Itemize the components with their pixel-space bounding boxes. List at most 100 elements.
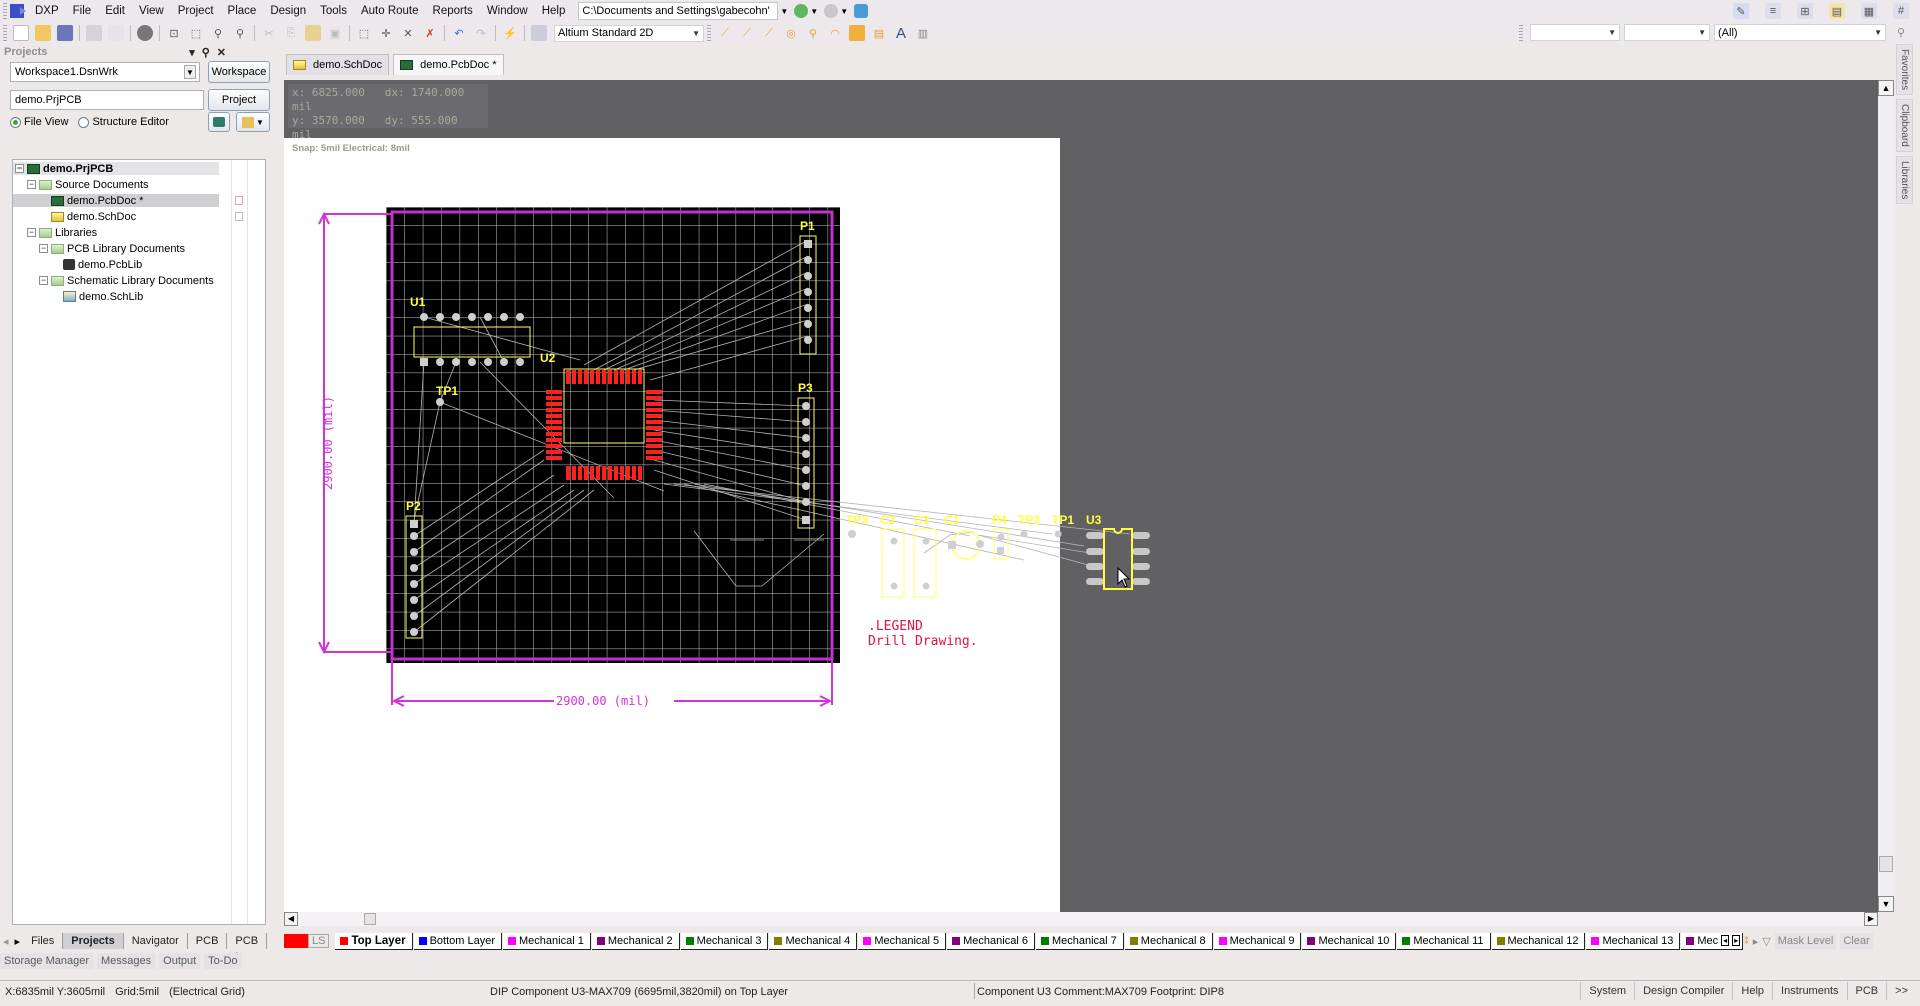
layer-tab-mechanical-13[interactable]: Mechanical 13 <box>1586 932 1681 950</box>
menu-window[interactable]: Window <box>480 5 535 17</box>
browse-components-icon[interactable] <box>531 25 547 41</box>
collapse-icon[interactable]: − <box>39 244 48 253</box>
deselect-all-icon[interactable]: ✕ <box>400 25 416 41</box>
scroll-down-icon[interactable]: ▼ <box>1878 896 1894 912</box>
output-tab[interactable]: Output <box>159 953 201 969</box>
menu-file[interactable]: File <box>66 5 99 17</box>
component-tp2[interactable] <box>1020 530 1028 538</box>
zoom-area-icon[interactable]: ⬚ <box>188 25 204 41</box>
place-string-icon[interactable]: A <box>893 25 909 42</box>
align-tools-icon[interactable]: ≡ <box>1765 3 1781 19</box>
scroll-thumb[interactable] <box>1879 856 1893 872</box>
place-pad-icon[interactable]: ◎ <box>783 25 799 41</box>
move-icon[interactable]: ✛ <box>378 25 394 41</box>
layer-tab-mechanical-8[interactable]: Mechanical 8 <box>1124 932 1213 950</box>
filter-select-2[interactable]: ▼ <box>1624 24 1710 41</box>
copy-icon[interactable]: ⎘ <box>283 25 299 41</box>
select-area-icon[interactable]: ⬚ <box>356 25 372 41</box>
project-button[interactable]: Project <box>208 89 270 111</box>
vertical-scrollbar[interactable]: ▲ ▼ <box>1878 80 1894 912</box>
layer-tab-mechanical-14[interactable]: Mec ◂ ▸ <box>1681 932 1744 950</box>
forward-icon[interactable] <box>824 4 839 18</box>
toolbar-grip[interactable] <box>1519 24 1523 41</box>
scroll-left-icon[interactable]: ◀ <box>284 912 298 926</box>
grid-tools-icon[interactable]: # <box>1893 3 1909 19</box>
path-dropdown-arrow-icon[interactable]: ▼ <box>780 7 788 16</box>
rubber-stamp-icon[interactable]: ▣ <box>327 25 343 41</box>
project-field[interactable]: demo.PrjPCB <box>10 90 204 110</box>
menu-auto-route[interactable]: Auto Route <box>354 5 426 17</box>
room-tools-icon[interactable]: ▦ <box>1861 3 1877 19</box>
menu-help[interactable]: Help <box>535 5 573 17</box>
open-device-view-icon[interactable] <box>137 25 153 41</box>
compile-project-button[interactable] <box>208 112 230 132</box>
mask-level-button[interactable]: Mask Level <box>1774 933 1837 949</box>
menu-dxp[interactable]: DXP <box>28 5 66 17</box>
collapse-icon[interactable]: − <box>15 164 24 173</box>
place-component-icon[interactable]: ▥ <box>915 25 931 41</box>
collapse-icon[interactable]: − <box>39 276 48 285</box>
messages-tab[interactable]: Messages <box>97 953 156 969</box>
pcb-editor-canvas[interactable]: x: 6825.000 dx: 1740.000 mil y: 3570.000… <box>284 80 1878 912</box>
layer-tab-mechanical-3[interactable]: Mechanical 3 <box>680 932 769 950</box>
scroll-right-icon[interactable]: ▶ <box>1864 912 1878 926</box>
layer-tab-mechanical-1[interactable]: Mechanical 1 <box>503 932 591 950</box>
to-do-tab[interactable]: To-Do <box>204 953 242 969</box>
layer-tab-mechanical-6[interactable]: Mechanical 6 <box>947 932 1035 950</box>
workspace-select[interactable]: Workspace1.DsnWrk ▼ <box>10 62 200 82</box>
place-tools-icon[interactable]: ⊞ <box>1797 3 1813 19</box>
component-tools-icon[interactable]: ▤ <box>1829 3 1845 19</box>
doc-tab-schdoc[interactable]: demo.SchDoc <box>286 54 390 75</box>
filter-icon[interactable]: ▽ <box>1762 935 1770 948</box>
libraries-panel-tab[interactable]: Libraries <box>1896 155 1913 205</box>
tree-item-pcbdoc[interactable]: demo.PcbDoc * <box>13 194 243 207</box>
project-options-button[interactable]: ▼ <box>236 112 270 132</box>
forward-dropdown-icon[interactable]: ▼ <box>840 7 848 16</box>
tab-navigator[interactable]: Navigator <box>124 933 188 949</box>
undo-icon[interactable]: ↶ <box>451 25 467 41</box>
apply-filter-icon[interactable]: ⚲ <box>1893 25 1909 41</box>
menu-edit[interactable]: Edit <box>98 5 132 17</box>
place-fill-icon[interactable] <box>849 25 865 41</box>
current-layer-swatch[interactable]: LS <box>284 933 330 949</box>
scroll-up-icon[interactable]: ▲ <box>1878 80 1894 96</box>
layer-visibility-icon[interactable]: ⁑ <box>1744 936 1749 947</box>
back-icon[interactable] <box>794 4 809 18</box>
file-view-radio[interactable]: File View <box>10 116 68 128</box>
panel-menu-icon[interactable]: ▾ <box>189 46 195 59</box>
interactive-route-icon[interactable]: ⟋ <box>717 25 733 41</box>
component-tp1[interactable] <box>436 398 444 406</box>
component-c2[interactable] <box>881 528 905 598</box>
tree-item-schlib[interactable]: demo.SchLib <box>13 290 219 303</box>
tab-projects[interactable]: Projects <box>63 933 124 949</box>
help-button[interactable]: Help <box>1732 982 1772 1000</box>
layer-scroll-left-icon[interactable]: ◂ <box>1721 935 1730 946</box>
layer-tab-mechanical-11[interactable]: Mechanical 11 <box>1397 932 1491 950</box>
layer-tab-top-layer[interactable]: Top Layer <box>335 932 413 950</box>
cut-icon[interactable]: ✂ <box>261 25 277 41</box>
layer-tab-mechanical-9[interactable]: Mechanical 9 <box>1213 932 1302 950</box>
instruments-button[interactable]: Instruments <box>1772 982 1846 1000</box>
tree-item-schdoc[interactable]: demo.SchDoc <box>13 210 243 223</box>
tree-item-project[interactable]: − demo.PrjPCB <box>13 162 219 175</box>
structure-editor-radio[interactable]: Structure Editor <box>78 116 169 128</box>
route-multiple-icon[interactable]: ⟋ <box>739 25 755 41</box>
cross-probe-icon[interactable]: ⚡ <box>502 25 518 41</box>
back-dropdown-icon[interactable]: ▼ <box>810 7 818 16</box>
new-document-icon[interactable] <box>13 25 29 41</box>
tab-files[interactable]: Files <box>23 933 64 949</box>
tab-scroll-right-icon[interactable]: ▸ <box>12 935 24 948</box>
place-arc-icon[interactable]: ◠ <box>827 25 843 41</box>
layer-tab-mechanical-2[interactable]: Mechanical 2 <box>591 932 680 950</box>
layer-tab-mechanical-12[interactable]: Mechanical 12 <box>1491 932 1586 950</box>
toolbar-grip[interactable] <box>3 3 7 19</box>
collapse-icon[interactable]: − <box>27 180 36 189</box>
menu-reports[interactable]: Reports <box>426 5 480 17</box>
tree-item-libraries[interactable]: − Libraries <box>13 226 219 239</box>
clipboard-panel-tab[interactable]: Clipboard <box>1896 99 1913 152</box>
view-mode-select[interactable]: Altium Standard 2D ▼ <box>554 24 704 42</box>
menu-view[interactable]: View <box>132 5 171 17</box>
component-tp1-offboard[interactable] <box>1054 530 1062 538</box>
zoom-filtered-icon[interactable]: ⚲ <box>232 25 248 41</box>
tab-pcb-inspector[interactable]: PCB I <box>227 933 268 963</box>
